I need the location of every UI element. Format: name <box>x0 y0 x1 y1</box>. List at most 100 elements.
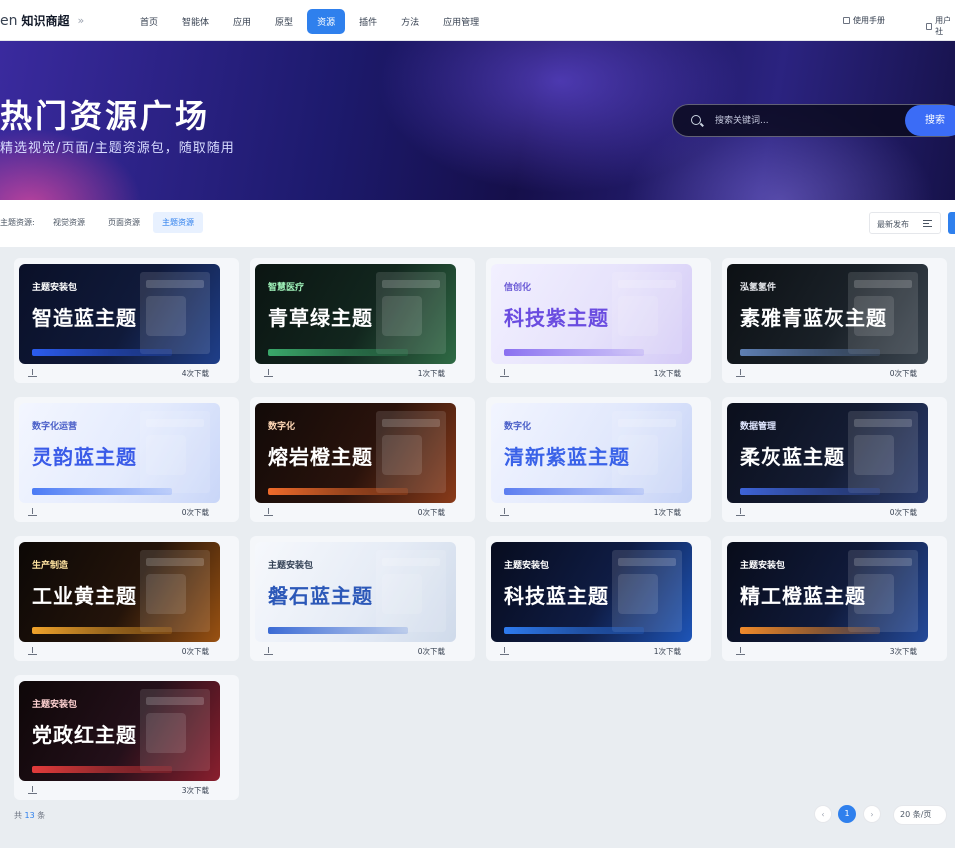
total-suffix: 条 <box>37 811 46 820</box>
ui-preview-image <box>376 550 446 632</box>
download-icon[interactable] <box>736 508 745 517</box>
card-thumbnail: 主题安装包 磐石蓝主题 <box>255 542 456 642</box>
filter-tag-visual[interactable]: 视觉资源 <box>44 212 94 233</box>
download-icon[interactable] <box>500 369 509 378</box>
card-thumbnail: 数字化运营 灵韵蓝主题 <box>19 403 220 503</box>
resource-card[interactable]: 数据管理 柔灰蓝主题 0次下载 <box>722 397 947 522</box>
nav-item-agent[interactable]: 智能体 <box>172 9 219 34</box>
nav-item-prototype[interactable]: 原型 <box>265 9 303 34</box>
search-icon <box>691 115 701 125</box>
card-thumbnail: 主题安装包 精工橙蓝主题 <box>727 542 928 642</box>
user-community-link[interactable]: 用户社 <box>926 15 955 37</box>
card-caption-bar <box>504 349 644 356</box>
ui-preview-image <box>140 550 210 632</box>
prev-page-button[interactable]: ‹ <box>814 805 832 823</box>
card-caption-bar <box>504 488 644 495</box>
card-thumbnail: 信创化 科技紫主题 <box>491 264 692 364</box>
user-label: 用户社 <box>935 16 952 36</box>
card-tag: 信创化 <box>504 283 532 293</box>
card-title: 灵韵蓝主题 <box>32 445 137 469</box>
download-icon[interactable] <box>736 369 745 378</box>
card-caption-bar <box>32 766 172 773</box>
resource-card[interactable]: 主题安装包 磐石蓝主题 0次下载 <box>250 536 475 661</box>
resource-card[interactable]: 主题安装包 党政红主题 3次下载 <box>14 675 239 800</box>
next-page-button[interactable]: › <box>863 805 881 823</box>
card-title: 清新紫蓝主题 <box>504 445 630 469</box>
download-icon[interactable] <box>500 647 509 656</box>
resource-card[interactable]: 信创化 科技紫主题 1次下载 <box>486 258 711 383</box>
brand-name: 知识商超 <box>21 14 70 28</box>
nav-item-methods[interactable]: 方法 <box>391 9 429 34</box>
download-icon[interactable] <box>28 508 37 517</box>
ui-preview-image <box>376 411 446 493</box>
card-caption-bar <box>32 349 172 356</box>
card-tag: 主题安装包 <box>32 283 78 293</box>
card-tag: 数字化 <box>268 422 296 432</box>
nav-item-apps[interactable]: 应用 <box>223 9 261 34</box>
resource-card[interactable]: 生产制造 工业黄主题 0次下载 <box>14 536 239 661</box>
card-title: 熔岩橙主题 <box>268 445 373 469</box>
logo-mark: en <box>0 12 18 29</box>
card-tag: 主题安装包 <box>504 561 550 571</box>
download-icon[interactable] <box>28 369 37 378</box>
download-count: 3次下载 <box>181 786 209 795</box>
resource-card[interactable]: 数字化 清新紫蓝主题 1次下载 <box>486 397 711 522</box>
card-thumbnail: 数据管理 柔灰蓝主题 <box>727 403 928 503</box>
download-count: 3次下载 <box>889 647 917 656</box>
card-tag: 主题安装包 <box>32 700 78 710</box>
download-icon[interactable] <box>264 508 273 517</box>
download-icon[interactable] <box>736 647 745 656</box>
download-icon[interactable] <box>264 369 273 378</box>
resource-card[interactable]: 主题安装包 科技蓝主题 1次下载 <box>486 536 711 661</box>
card-thumbnail: 主题安装包 智造蓝主题 <box>19 264 220 364</box>
download-icon[interactable] <box>28 647 37 656</box>
card-tag: 数字化 <box>504 422 532 432</box>
card-thumbnail: 数字化 清新紫蓝主题 <box>491 403 692 503</box>
nav-item-home[interactable]: 首页 <box>130 9 168 34</box>
resource-card[interactable]: 主题安装包 精工橙蓝主题 3次下载 <box>722 536 947 661</box>
resource-card[interactable]: 智慧医疗 青草绿主题 1次下载 <box>250 258 475 383</box>
download-icon[interactable] <box>264 647 273 656</box>
resource-card[interactable]: 数字化运营 灵韵蓝主题 0次下载 <box>14 397 239 522</box>
ui-preview-image <box>612 272 682 354</box>
nav-item-plugins[interactable]: 插件 <box>349 9 387 34</box>
download-count: 0次下载 <box>417 647 445 656</box>
search-input[interactable] <box>713 113 893 129</box>
total-count: 共 13 条 <box>14 810 45 821</box>
download-count: 0次下载 <box>181 508 209 517</box>
resource-card[interactable]: 数字化 熔岩橙主题 0次下载 <box>250 397 475 522</box>
ui-preview-image <box>612 550 682 632</box>
card-tag: 泓氢氢件 <box>740 283 777 293</box>
sort-select[interactable]: 最新发布 <box>869 212 941 234</box>
nav-item-app-management[interactable]: 应用管理 <box>433 9 489 34</box>
search-button[interactable]: 搜索 <box>905 105 955 136</box>
page-size-select[interactable]: 20 条/页 <box>893 805 947 825</box>
view-toggle-button[interactable] <box>948 212 955 234</box>
resource-card[interactable]: 泓氢氢件 素雅青蓝灰主题 0次下载 <box>722 258 947 383</box>
card-thumbnail: 泓氢氢件 素雅青蓝灰主题 <box>727 264 928 364</box>
manual-link[interactable]: 使用手册 <box>843 15 885 26</box>
card-tag: 智慧医疗 <box>268 283 305 293</box>
card-caption-bar <box>504 627 644 634</box>
total-prefix: 共 <box>14 811 22 820</box>
card-caption-bar <box>268 349 408 356</box>
download-icon[interactable] <box>500 508 509 517</box>
filter-tag-page[interactable]: 页面资源 <box>99 212 149 233</box>
card-thumbnail: 数字化 熔岩橙主题 <box>255 403 456 503</box>
resource-card[interactable]: 主题安装包 智造蓝主题 4次下载 <box>14 258 239 383</box>
filter-tag-theme[interactable]: 主题资源 <box>153 212 203 233</box>
download-count: 1次下载 <box>653 647 681 656</box>
card-tag: 主题安装包 <box>268 561 314 571</box>
download-icon[interactable] <box>28 786 37 795</box>
card-tag: 数字化运营 <box>32 422 78 432</box>
card-title: 智造蓝主题 <box>32 306 137 330</box>
hero-subtitle: 精选视觉/页面/主题资源包，随取随用 <box>0 141 235 156</box>
chevron-right-icon[interactable]: » <box>78 14 85 27</box>
nav-item-resources[interactable]: 资源 <box>307 9 346 34</box>
page-1-button[interactable]: 1 <box>838 805 856 823</box>
card-thumbnail: 智慧医疗 青草绿主题 <box>255 264 456 364</box>
download-count: 4次下载 <box>181 369 209 378</box>
logo[interactable]: en 知识商超 » <box>0 12 84 29</box>
search-bar: 搜索 <box>672 104 955 137</box>
total-number: 13 <box>24 811 35 820</box>
